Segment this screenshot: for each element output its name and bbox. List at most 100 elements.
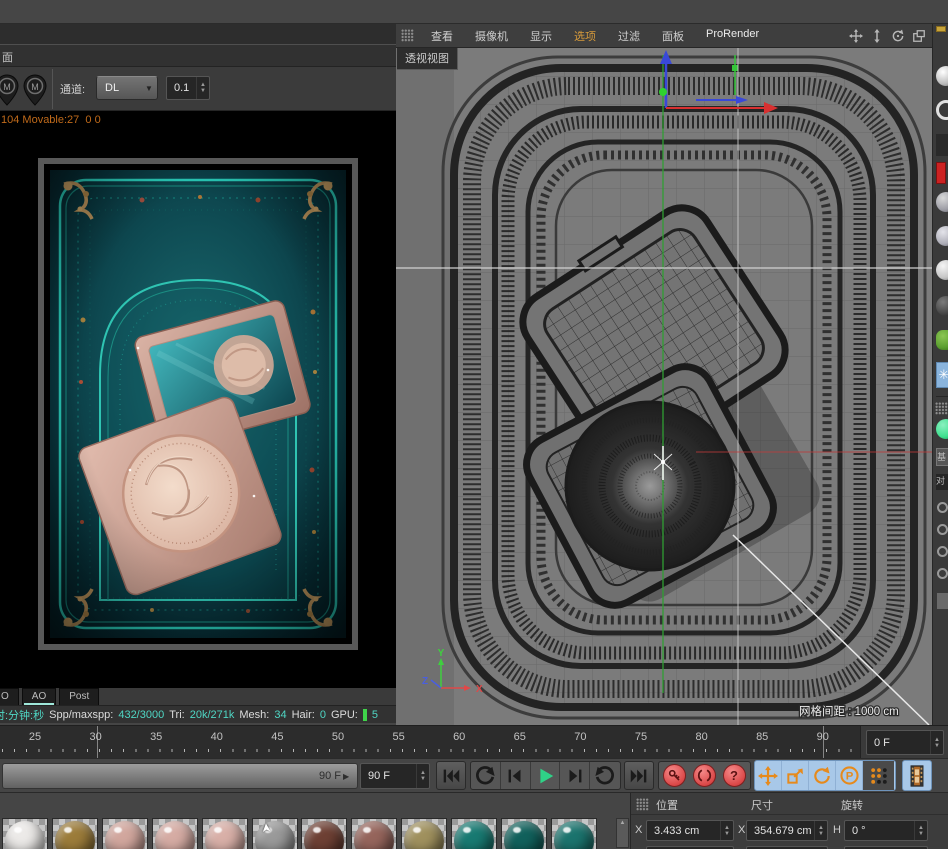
timeline-range-slider[interactable]: 90 F ▶ <box>2 763 358 789</box>
render-preview-button[interactable] <box>902 760 932 791</box>
playhead-marker[interactable] <box>823 726 824 759</box>
go-to-end-button[interactable] <box>624 761 654 790</box>
material-sphere-icon[interactable] <box>936 260 948 280</box>
material-swatch-nude-speckled[interactable] <box>152 818 198 849</box>
coord-value-field[interactable]: 354.679 cm ▲ ▼ <box>746 820 828 841</box>
spinner-arrows-icon[interactable]: ▲ ▼ <box>196 77 209 99</box>
keyframe-selection-button[interactable]: ? <box>719 762 749 789</box>
cut-button[interactable]: 基 <box>936 448 948 466</box>
material-swatch-nude-matte[interactable] <box>102 818 148 849</box>
dark-tile-icon[interactable] <box>936 134 948 156</box>
viewport-menu-item[interactable]: 面板 <box>651 28 695 44</box>
rendered-image <box>38 158 358 650</box>
green-dot-icon[interactable] <box>936 419 948 439</box>
rotate-view-icon[interactable] <box>891 29 905 43</box>
grip-handle-icon[interactable] <box>935 402 948 415</box>
previous-key-button[interactable] <box>471 762 501 789</box>
grid-spacing-label: 网格间距 : 1000 cm <box>799 704 899 718</box>
material-swatch-mauve-gloss[interactable] <box>351 818 397 849</box>
key-rotation-button[interactable] <box>809 761 836 790</box>
render-status-bar: 时:分钟:秒 Spp/maxspp: 432/3000 Tri: 20k/271… <box>0 705 396 723</box>
pan-view-icon[interactable] <box>849 28 863 43</box>
radio-circle-icon[interactable] <box>937 502 948 513</box>
autokeying-button[interactable] <box>689 762 719 789</box>
next-frame-button[interactable] <box>560 762 591 789</box>
start-frame-field[interactable]: 0 F ▲ ▼ <box>866 730 944 755</box>
render-tab[interactable]: O <box>0 688 19 705</box>
spinner-arrows-icon[interactable]: ▲ ▼ <box>814 821 827 840</box>
viewport-menu-item[interactable]: 显示 <box>519 28 563 44</box>
pin-icon[interactable]: M <box>20 73 50 107</box>
coord-value: 354.679 cm <box>754 824 812 837</box>
slider-handle-icon[interactable]: ▶ <box>343 772 357 781</box>
gray-box-icon[interactable] <box>936 592 948 610</box>
view-label[interactable]: 透视视图 <box>397 48 458 70</box>
material-swatch-teal-dark[interactable] <box>501 818 547 849</box>
material-swatch-khaki-metal[interactable] <box>401 818 447 849</box>
spinner-arrows-icon[interactable]: ▲ ▼ <box>720 821 733 840</box>
viewport-menu-item[interactable]: 选项 <box>563 28 607 44</box>
viewport-canvas[interactable]: Y X Z 网格间距 : 1000 cm 透视视图 <box>396 48 932 725</box>
material-sphere-icon[interactable] <box>936 192 948 212</box>
next-key-button[interactable] <box>590 762 620 789</box>
material-sphere-icon[interactable] <box>936 66 948 86</box>
material-sphere-icon[interactable] <box>936 226 948 246</box>
spinner-arrows-icon[interactable]: ▲ ▼ <box>914 821 927 840</box>
channel-dropdown[interactable]: DL ▼ <box>96 76 158 100</box>
zoom-view-icon[interactable] <box>870 28 884 43</box>
grip-handle-icon[interactable] <box>636 798 649 811</box>
corner-tab-label[interactable]: 面 <box>2 49 13 65</box>
key-position-button[interactable] <box>755 761 782 790</box>
viewport-menu-item[interactable]: 查看 <box>420 28 464 44</box>
grip-handle-icon[interactable] <box>401 29 414 42</box>
green-object-icon[interactable] <box>936 330 948 350</box>
status-mesh-value: 34 <box>274 708 287 721</box>
render-result-area[interactable]: 104 Movable:27 0 0 <box>0 111 396 688</box>
render-tab[interactable]: Post <box>59 688 100 705</box>
radio-circle-icon[interactable] <box>937 524 948 535</box>
viewport-menu-item[interactable]: 过滤 <box>607 28 651 44</box>
timeline-ruler[interactable]: 2530354045505560657075808590 0 F ▲▼ <box>0 725 948 759</box>
key-scale-button[interactable] <box>782 761 809 790</box>
strength-field[interactable]: 0.1 ▲ ▼ <box>166 76 210 100</box>
red-material-icon[interactable] <box>936 162 946 184</box>
play-button[interactable] <box>531 762 561 789</box>
keying-options-group: P <box>754 760 896 791</box>
channel-dropdown-value: DL <box>105 82 120 94</box>
radio-circle-icon[interactable] <box>937 568 948 579</box>
coord-value-field[interactable]: 3.433 cm ▲ ▼ <box>646 820 734 841</box>
material-swatch-nude-smooth[interactable] <box>202 818 248 849</box>
material-swatch-teal-gloss[interactable] <box>451 818 497 849</box>
materials-scrollbar[interactable]: ▲ <box>616 818 629 848</box>
spinner-arrows-icon[interactable]: ▲ ▼ <box>416 764 429 788</box>
coordinates-panel: 位置 尺寸 旋转 X 3.433 cm ▲ ▼ X 354.679 cm ▲ ▼ H 0 ° ▲ ▼ <box>630 793 948 849</box>
toggle-panel-layout-icon[interactable] <box>912 29 926 43</box>
key-parameter-button[interactable]: P <box>836 761 863 790</box>
palette-icon[interactable] <box>936 26 946 32</box>
perspective-viewport-panel: 查看 摄像机 显示 选项 过滤 面板 ProRender Y X Z 网格间距 … <box>396 24 932 725</box>
selected-tool-icon[interactable]: ✳ <box>936 362 948 388</box>
coord-value-field[interactable]: 0 ° ▲ ▼ <box>844 820 928 841</box>
material-swatch-teal-sparkle[interactable] <box>551 818 597 849</box>
viewport-menu-item[interactable]: 摄像机 <box>464 28 519 44</box>
viewport-menu-item[interactable]: ProRender <box>695 28 770 44</box>
material-swatch-copper-gloss[interactable] <box>301 818 347 849</box>
coord-axis-label: H <box>833 824 841 836</box>
timeline-tick-label: 30 <box>89 731 102 743</box>
circle-icon[interactable] <box>936 100 948 120</box>
current-frame-field[interactable]: 90 F ▲ ▼ <box>360 763 430 789</box>
preview-marker[interactable] <box>97 726 98 759</box>
material-swatch-gold-ornate[interactable] <box>52 818 98 849</box>
go-to-start-button[interactable] <box>436 761 466 790</box>
material-swatch-white-gloss[interactable] <box>2 818 48 849</box>
render-tab[interactable]: AO <box>21 688 57 705</box>
material-sphere <box>404 821 444 849</box>
radio-circle-icon[interactable] <box>937 546 948 557</box>
record-keyframe-button[interactable] <box>659 762 689 789</box>
pin-icon[interactable]: M <box>0 73 22 107</box>
key-pla-button[interactable] <box>863 761 894 790</box>
previous-frame-button[interactable] <box>501 762 531 789</box>
material-sphere-icon[interactable] <box>936 296 948 316</box>
spinner-arrows-icon[interactable]: ▲ ▼ <box>930 731 943 754</box>
material-swatch-gray-refractive[interactable]: ➤ <box>252 818 298 849</box>
